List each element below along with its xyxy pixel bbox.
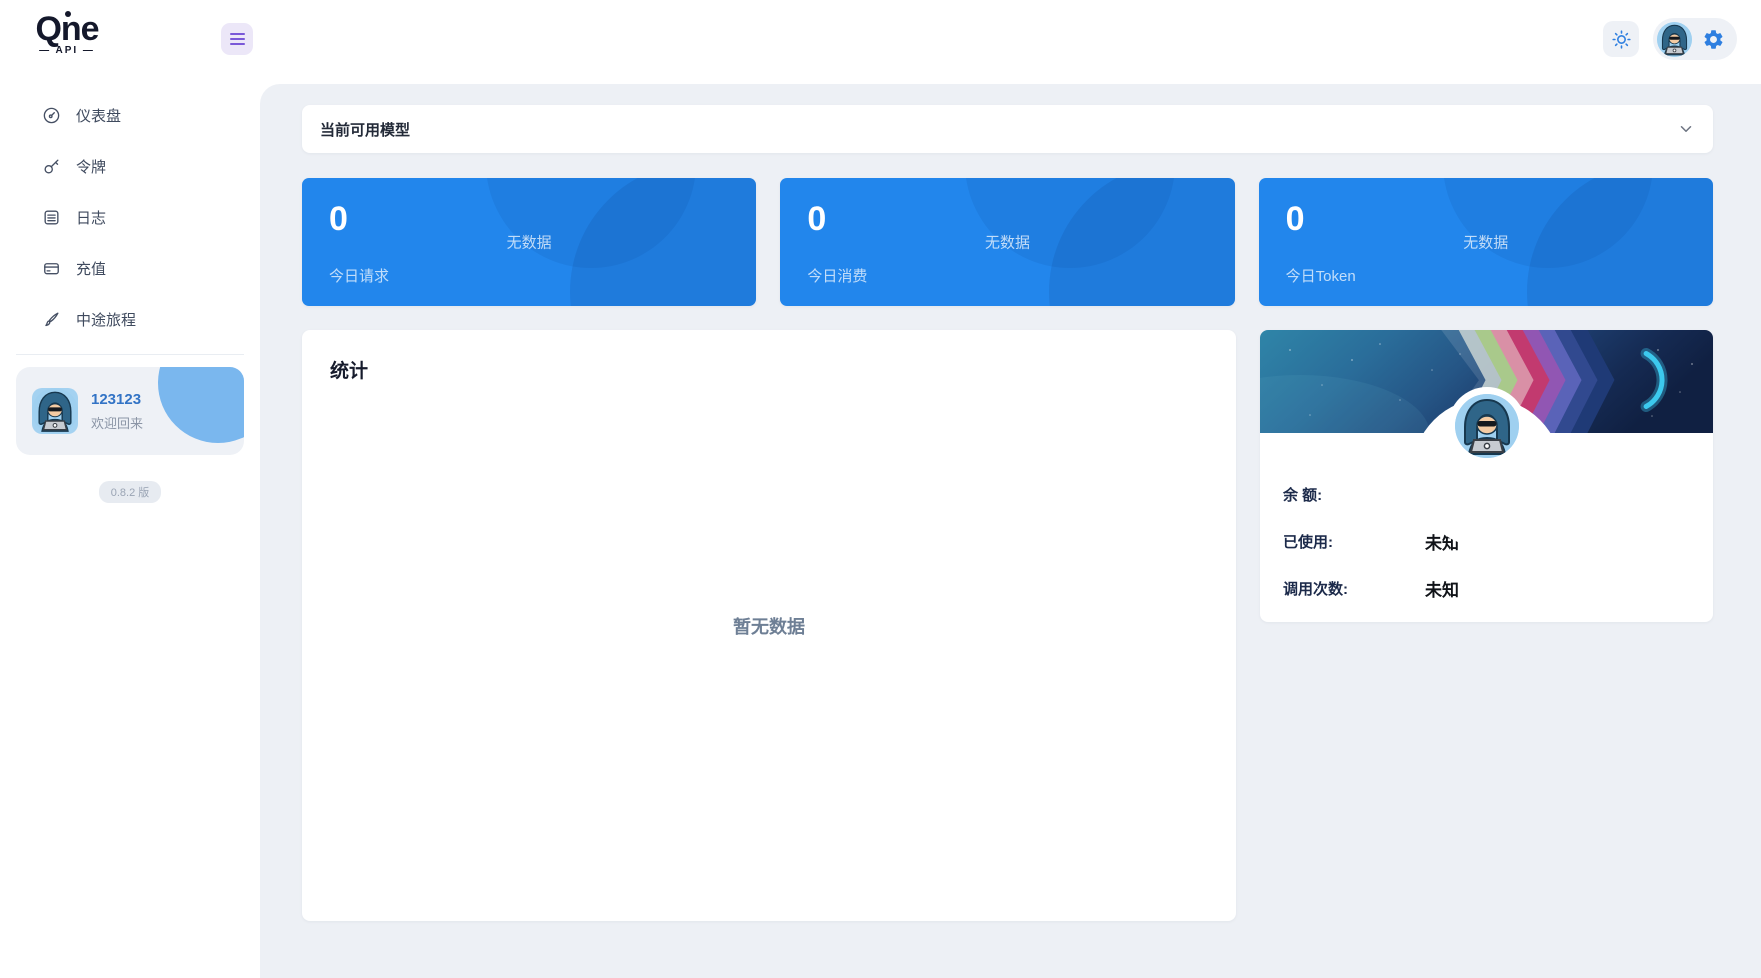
stat-card-tokens: 0 无数据 今日Token (1258, 178, 1713, 306)
available-models-accordion[interactable]: 当前可用模型 (302, 105, 1713, 153)
main-content: 当前可用模型 0 无数据 今日请求 0 无数据 今日消费 0 无数据 今日Tok… (260, 84, 1761, 978)
topbar: Qne — API — (0, 0, 1761, 84)
statistics-title: 统计 (330, 361, 369, 382)
sidebar-item-recharge[interactable]: 充值 (0, 252, 260, 284)
stat-card-requests: 0 无数据 今日请求 (302, 178, 757, 306)
statistics-panel: 统计 暂无数据 (302, 330, 1236, 921)
hamburger-icon (229, 43, 245, 45)
brand-logo: Qne — API — (24, 10, 110, 56)
theme-toggle-button[interactable] (1603, 21, 1639, 57)
stat-value: 0 (329, 200, 348, 238)
greeting-text: 欢迎回来 (91, 415, 144, 431)
log-list-icon (44, 209, 59, 225)
no-data-text: 暂无数据 (733, 616, 805, 637)
stat-value: 0 (807, 200, 827, 238)
stat-value: 0 (1285, 200, 1305, 238)
calls-value: 未知 (1425, 580, 1459, 600)
sidebar-divider (16, 354, 244, 355)
sidebar-item-tokens[interactable]: 令牌 (0, 150, 260, 182)
key-icon (44, 158, 59, 174)
paintbrush-icon (45, 311, 59, 326)
used-label: 已使用: (1283, 533, 1333, 551)
user-card-text: 123123 欢迎回来 (91, 391, 143, 432)
bottom-row: 统计 暂无数据 余 额: 已使用: 未知 调用次数: 未知 (302, 330, 1713, 921)
stat-card-consumption: 0 无数据 今日消费 (780, 178, 1235, 306)
account-info-card: 余 额: 未知 已使用: 未知 调用次数: 未知 (1260, 330, 1713, 622)
hamburger-icon (229, 33, 245, 35)
sidebar-item-label: 仪表盘 (76, 107, 122, 125)
user-avatar (1454, 394, 1519, 458)
stat-label: 今日请求 (329, 268, 390, 285)
chevron-down-icon[interactable] (1677, 120, 1695, 138)
username: 123123 (91, 390, 142, 408)
sidebar-user-card[interactable]: 123123 欢迎回来 (16, 367, 244, 455)
calls-row: 调用次数: 未知 (1283, 577, 1713, 600)
gear-icon[interactable] (1702, 28, 1725, 51)
balance-label: 余 额: (1283, 486, 1323, 504)
sidebar-item-label: 中途旅程 (76, 311, 137, 329)
version-badge: 0.8.2 版 (98, 481, 162, 503)
sidebar-item-label: 日志 (76, 209, 107, 227)
calls-label: 调用次数: (1283, 580, 1348, 598)
stat-cards-row: 0 无数据 今日请求 0 无数据 今日消费 0 无数据 今日Token (302, 178, 1713, 306)
stat-label: 今日Token (1285, 268, 1356, 285)
user-menu[interactable] (1653, 18, 1737, 60)
topbar-actions (1603, 18, 1737, 60)
sun-icon (1611, 29, 1631, 49)
user-avatar[interactable] (1657, 21, 1692, 57)
sidebar-toggle-button[interactable] (221, 23, 253, 55)
sidebar-item-label: 充值 (76, 260, 107, 278)
sidebar-item-logs[interactable]: 日志 (0, 201, 260, 233)
stat-empty-text: 无数据 (984, 234, 1030, 252)
stat-empty-text: 无数据 (1463, 234, 1509, 252)
brand-name: Qne (35, 10, 99, 48)
credit-card-icon (44, 262, 59, 274)
sidebar: 仪表盘 令牌 日志 充值 中途旅程 123123 欢迎回来 0.8.2 版 (0, 84, 260, 978)
stat-empty-text: 无数据 (506, 234, 552, 252)
dashboard-gauge-icon (43, 107, 60, 123)
available-models-label: 当前可用模型 (320, 121, 411, 139)
sidebar-item-midjourney[interactable]: 中途旅程 (0, 303, 260, 335)
sidebar-nav: 仪表盘 令牌 日志 充值 中途旅程 (0, 84, 260, 335)
stat-label: 今日消费 (807, 268, 868, 285)
sidebar-item-label: 令牌 (76, 158, 107, 176)
user-avatar (32, 388, 78, 434)
hamburger-icon (229, 38, 245, 40)
sidebar-item-dashboard[interactable]: 仪表盘 (0, 99, 260, 131)
decorative-circle (158, 367, 244, 443)
